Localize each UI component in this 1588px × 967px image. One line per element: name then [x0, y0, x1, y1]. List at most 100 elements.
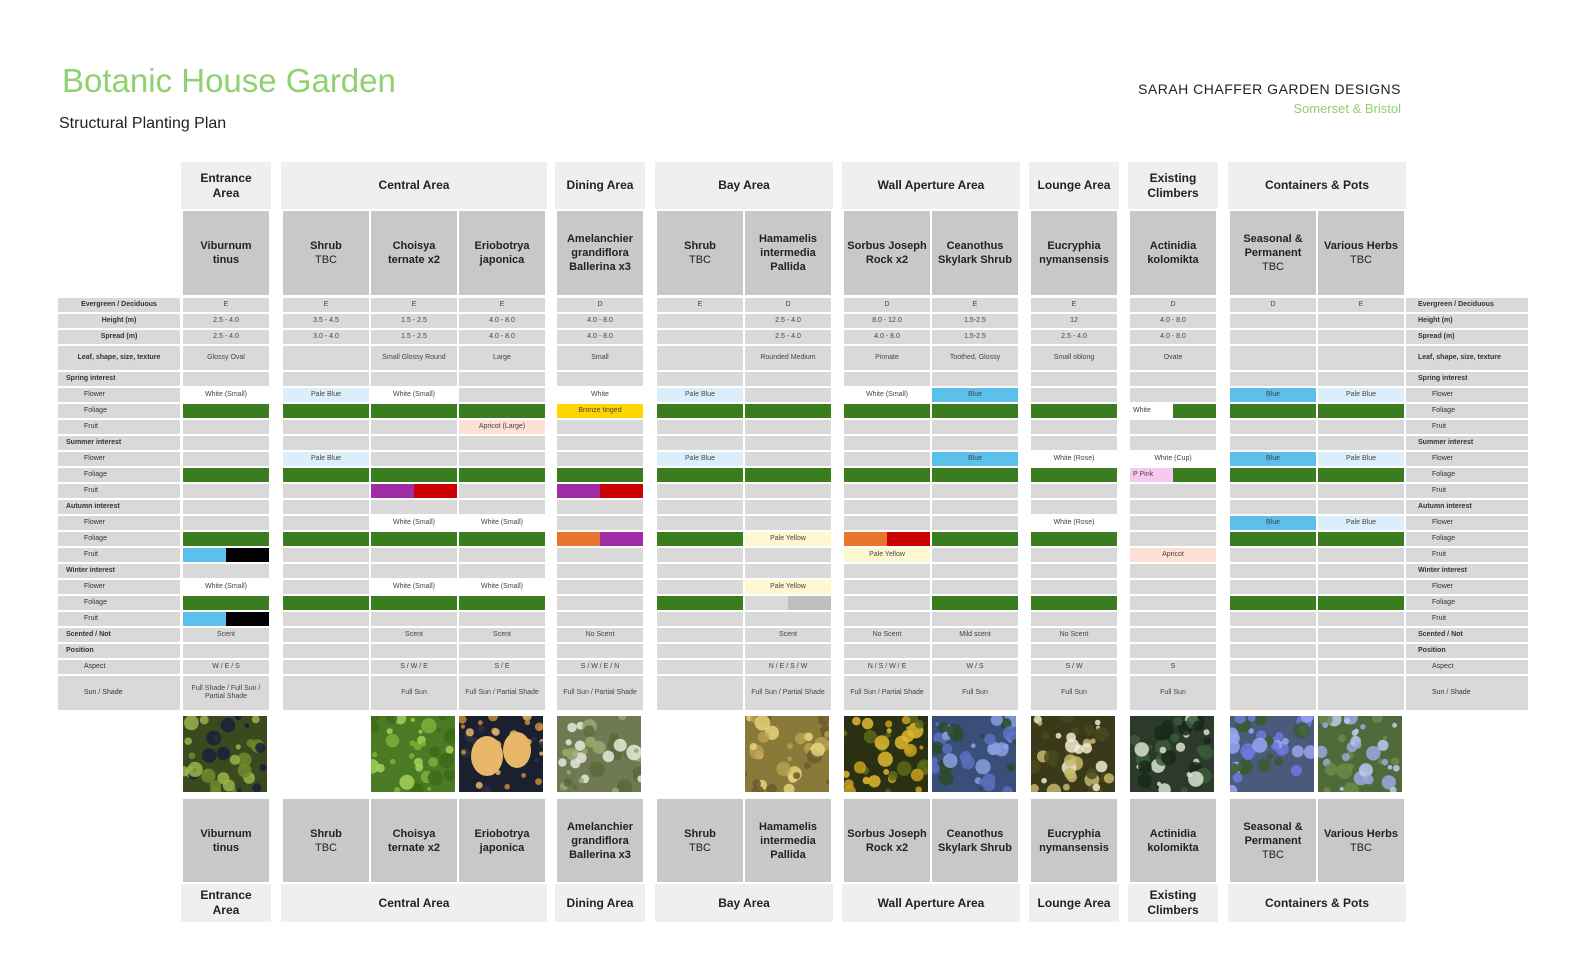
grid-cell: Scent — [183, 628, 269, 642]
row-label: Flower — [58, 516, 180, 530]
plant-name-line: Permanent — [1244, 834, 1302, 847]
grid-cell — [1230, 372, 1316, 386]
row-label: Flower — [58, 452, 180, 466]
plant-name-line: Rock x2 — [865, 841, 909, 854]
plant-name-line: Eucryphia — [1047, 827, 1101, 840]
grid-cell — [657, 484, 743, 498]
plant-header: Sorbus Joseph Rock x2 — [844, 211, 930, 295]
grid-cell — [557, 644, 643, 658]
color-swatch — [1318, 468, 1404, 482]
row-label: Foliage — [1406, 596, 1528, 610]
row-label: Foliage — [58, 404, 180, 418]
area-footer: Wall Aperture Area — [842, 884, 1020, 922]
color-swatch — [183, 612, 226, 626]
grid-cell — [844, 372, 930, 386]
page-title: Botanic House Garden — [62, 62, 396, 99]
grid-cell — [283, 372, 369, 386]
grid-cell — [1130, 612, 1216, 626]
grid-cell — [557, 500, 643, 514]
grid-cell: S / W / E — [371, 660, 457, 674]
plant-header: Various Herbs TBC — [1318, 211, 1404, 295]
area-footer: Lounge Area — [1029, 884, 1119, 922]
grid-cell — [1130, 372, 1216, 386]
plant-name-line: Viburnum — [200, 240, 252, 252]
color-swatch — [844, 404, 930, 418]
grid-cell: Full Sun — [932, 676, 1018, 710]
grid-cell: Full Shade / Full Sun / Partial Shade — [183, 676, 269, 710]
area-name: Existing Climbers — [1147, 888, 1199, 917]
color-swatch — [657, 532, 743, 546]
plant-footer: Sorbus Joseph Rock x2 — [844, 799, 930, 882]
grid-cell — [932, 372, 1018, 386]
color-swatch: Blue — [932, 452, 1018, 466]
grid-cell: D — [745, 298, 831, 312]
grid-cell — [459, 612, 545, 626]
color-swatch — [745, 468, 831, 482]
grid-cell — [844, 644, 930, 658]
grid-cell: E — [932, 298, 1018, 312]
color-swatch — [844, 468, 930, 482]
grid-cell: Full Sun — [371, 676, 457, 710]
row-label: Flower — [58, 580, 180, 594]
color-swatch: Blue — [1230, 388, 1316, 402]
row-label: Spring interest — [1406, 372, 1528, 386]
color-swatch: White (Small) — [183, 580, 269, 594]
grid-cell: No Scent — [1031, 628, 1117, 642]
color-swatch — [745, 596, 788, 610]
area-name: Entrance Area — [200, 888, 252, 917]
plant-header: Actinidia kolomikta — [1130, 211, 1216, 295]
grid-cell: E — [657, 298, 743, 312]
grid-cell: Full Sun — [1130, 676, 1216, 710]
grid-cell — [932, 564, 1018, 578]
grid-cell — [1130, 564, 1216, 578]
color-swatch — [932, 404, 1018, 418]
color-swatch — [657, 468, 743, 482]
row-label: Sun / Shade — [1406, 676, 1528, 710]
grid-cell — [1031, 612, 1117, 626]
grid-cell — [1230, 580, 1316, 594]
grid-cell — [1130, 388, 1216, 402]
color-swatch: Pale Blue — [1318, 516, 1404, 530]
area-footer: Existing Climbers — [1128, 884, 1218, 922]
grid-cell: 4.0 - 8.0 — [557, 314, 643, 328]
plant-header: Seasonal & Permanent TBC — [1230, 211, 1316, 295]
grid-cell — [844, 500, 930, 514]
grid-cell: S / E — [459, 660, 545, 674]
grid-cell — [283, 500, 369, 514]
grid-cell — [932, 500, 1018, 514]
grid-cell — [1031, 420, 1117, 434]
color-swatch — [283, 532, 369, 546]
grid-cell: 3.5 - 4.5 — [283, 314, 369, 328]
grid-cell — [745, 452, 831, 466]
grid-cell: Pinnate — [844, 346, 930, 370]
grid-cell — [183, 372, 269, 386]
grid-cell — [283, 436, 369, 450]
grid-cell — [371, 452, 457, 466]
grid-cell: 2.5 - 4.0 — [1031, 330, 1117, 344]
grid-cell — [283, 484, 369, 498]
grid-cell — [459, 484, 545, 498]
grid-cell — [657, 516, 743, 530]
row-label: Winter interest — [58, 564, 180, 578]
area-header: Wall Aperture Area — [842, 162, 1020, 209]
color-swatch: Pale Blue — [657, 388, 743, 402]
plant-name-line: Viburnum — [200, 827, 252, 840]
grid-cell — [745, 612, 831, 626]
grid-cell — [371, 612, 457, 626]
grid-cell — [371, 564, 457, 578]
area-name: Central Area — [378, 895, 450, 910]
plant-header: Hamamelis intermedia Pallida — [745, 211, 831, 295]
grid-cell: 12 — [1031, 314, 1117, 328]
grid-cell — [932, 420, 1018, 434]
grid-cell — [557, 452, 643, 466]
grid-cell: 4.0 - 8.0 — [459, 330, 545, 344]
area-name: Containers & Pots — [1264, 178, 1369, 192]
grid-cell — [932, 548, 1018, 562]
color-swatch — [183, 532, 269, 546]
color-swatch — [183, 596, 269, 610]
grid-cell — [371, 436, 457, 450]
row-label: Foliage — [1406, 532, 1528, 546]
grid-cell: S — [1130, 660, 1216, 674]
row-label: Height (m) — [1406, 314, 1528, 328]
grid-cell — [459, 436, 545, 450]
